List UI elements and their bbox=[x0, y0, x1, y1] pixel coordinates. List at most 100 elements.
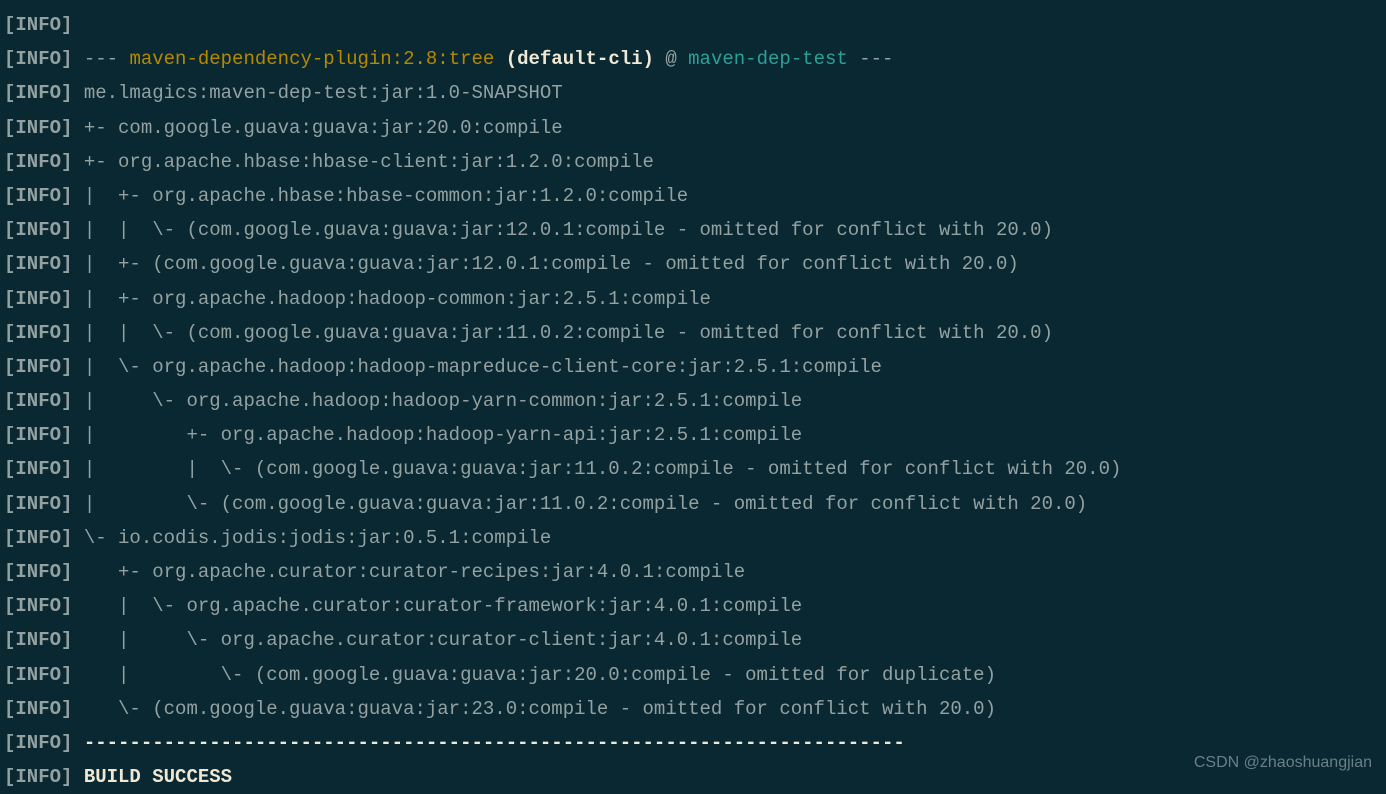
log-level: INFO bbox=[15, 8, 61, 42]
dependency-node: | \- org.apache.hadoop:hadoop-mapreduce-… bbox=[72, 350, 882, 384]
bracket-open: [ bbox=[4, 42, 15, 76]
bracket-open: [ bbox=[4, 76, 15, 110]
log-line: [INFO] | \- org.apache.curator:curator-f… bbox=[4, 589, 1382, 623]
bracket-open: [ bbox=[4, 350, 15, 384]
log-line: [INFO] --- maven-dependency-plugin:2.8:t… bbox=[4, 42, 1382, 76]
bracket-close: ] bbox=[61, 487, 72, 521]
bracket-close: ] bbox=[61, 623, 72, 657]
bracket-close: ] bbox=[61, 213, 72, 247]
plugin-name: maven-dependency-plugin:2.8:tree bbox=[129, 42, 494, 76]
bracket-open: [ bbox=[4, 521, 15, 555]
project-name: maven-dep-test bbox=[688, 42, 848, 76]
dependency-node: +- com.google.guava:guava:jar:20.0:compi… bbox=[72, 111, 562, 145]
bracket-open: [ bbox=[4, 692, 15, 726]
log-line: [INFO] | +- org.apache.hbase:hbase-commo… bbox=[4, 179, 1382, 213]
separator-line: ----------------------------------------… bbox=[72, 726, 904, 760]
dependency-node: | +- org.apache.hadoop:hadoop-yarn-api:j… bbox=[72, 418, 802, 452]
bracket-open: [ bbox=[4, 247, 15, 281]
log-line: [INFO] | | \- (com.google.guava:guava:ja… bbox=[4, 452, 1382, 486]
log-line: [INFO] +- org.apache.curator:curator-rec… bbox=[4, 555, 1382, 589]
log-line: [INFO] \- io.codis.jodis:jodis:jar:0.5.1… bbox=[4, 521, 1382, 555]
log-line: [INFO] | \- (com.google.guava:guava:jar:… bbox=[4, 658, 1382, 692]
bracket-close: ] bbox=[61, 521, 72, 555]
dependency-node: | \- (com.google.guava:guava:jar:20.0:co… bbox=[72, 658, 996, 692]
dependency-node: +- org.apache.hbase:hbase-client:jar:1.2… bbox=[72, 145, 654, 179]
bracket-open: [ bbox=[4, 726, 15, 760]
dependency-node: | | \- (com.google.guava:guava:jar:12.0.… bbox=[72, 213, 1053, 247]
bracket-close: ] bbox=[61, 555, 72, 589]
log-level: INFO bbox=[15, 418, 61, 452]
terminal-output: [INFO] [INFO] --- maven-dependency-plugi… bbox=[4, 8, 1382, 794]
dependency-node: | +- org.apache.hbase:hbase-common:jar:1… bbox=[72, 179, 688, 213]
log-line: [INFO] | +- org.apache.hadoop:hadoop-com… bbox=[4, 282, 1382, 316]
dependency-node: | \- org.apache.hadoop:hadoop-yarn-commo… bbox=[72, 384, 802, 418]
bracket-close: ] bbox=[61, 76, 72, 110]
log-level: INFO bbox=[15, 316, 61, 350]
log-level: INFO bbox=[15, 350, 61, 384]
log-line: [INFO] | | \- (com.google.guava:guava:ja… bbox=[4, 316, 1382, 350]
dependency-root: me.lmagics:maven-dep-test:jar:1.0-SNAPSH… bbox=[72, 76, 562, 110]
bracket-open: [ bbox=[4, 145, 15, 179]
bracket-close: ] bbox=[61, 145, 72, 179]
bracket-close: ] bbox=[61, 247, 72, 281]
bracket-open: [ bbox=[4, 658, 15, 692]
log-level: INFO bbox=[15, 42, 61, 76]
log-line: [INFO] +- org.apache.hbase:hbase-client:… bbox=[4, 145, 1382, 179]
log-line: [INFO] bbox=[4, 8, 1382, 42]
dependency-node: | +- (com.google.guava:guava:jar:12.0.1:… bbox=[72, 247, 1018, 281]
dependency-node: \- io.codis.jodis:jodis:jar:0.5.1:compil… bbox=[72, 521, 551, 555]
bracket-close: ] bbox=[61, 726, 72, 760]
log-level: INFO bbox=[15, 384, 61, 418]
log-line: [INFO] me.lmagics:maven-dep-test:jar:1.0… bbox=[4, 76, 1382, 110]
bracket-open: [ bbox=[4, 760, 15, 794]
bracket-open: [ bbox=[4, 452, 15, 486]
log-line: [INFO] ---------------------------------… bbox=[4, 726, 1382, 760]
log-level: INFO bbox=[15, 760, 61, 794]
log-line: [INFO] | \- org.apache.hadoop:hadoop-yar… bbox=[4, 384, 1382, 418]
bracket-open: [ bbox=[4, 623, 15, 657]
log-level: INFO bbox=[15, 487, 61, 521]
log-level: INFO bbox=[15, 179, 61, 213]
bracket-open: [ bbox=[4, 555, 15, 589]
dependency-node: | \- org.apache.curator:curator-framewor… bbox=[72, 589, 802, 623]
bracket-open: [ bbox=[4, 213, 15, 247]
log-line: [INFO] | \- org.apache.hadoop:hadoop-map… bbox=[4, 350, 1382, 384]
dependency-node: | \- org.apache.curator:curator-client:j… bbox=[72, 623, 802, 657]
bracket-close: ] bbox=[61, 589, 72, 623]
bracket-open: [ bbox=[4, 282, 15, 316]
log-level: INFO bbox=[15, 213, 61, 247]
bracket-close: ] bbox=[61, 384, 72, 418]
bracket-open: [ bbox=[4, 8, 15, 42]
dependency-node: | | \- (com.google.guava:guava:jar:11.0.… bbox=[72, 316, 1053, 350]
dashes-post: --- bbox=[848, 42, 894, 76]
bracket-close: ] bbox=[61, 111, 72, 145]
log-level: INFO bbox=[15, 658, 61, 692]
log-level: INFO bbox=[15, 726, 61, 760]
bracket-close: ] bbox=[61, 658, 72, 692]
bracket-close: ] bbox=[61, 760, 72, 794]
dependency-node: \- (com.google.guava:guava:jar:23.0:comp… bbox=[72, 692, 996, 726]
bracket-open: [ bbox=[4, 316, 15, 350]
bracket-close: ] bbox=[61, 282, 72, 316]
log-line: [INFO] BUILD SUCCESS bbox=[4, 760, 1382, 794]
log-line: [INFO] | +- (com.google.guava:guava:jar:… bbox=[4, 247, 1382, 281]
log-level: INFO bbox=[15, 247, 61, 281]
bracket-close: ] bbox=[61, 418, 72, 452]
log-level: INFO bbox=[15, 111, 61, 145]
log-level: INFO bbox=[15, 452, 61, 486]
bracket-open: [ bbox=[4, 589, 15, 623]
bracket-open: [ bbox=[4, 384, 15, 418]
bracket-open: [ bbox=[4, 487, 15, 521]
log-line: [INFO] \- (com.google.guava:guava:jar:23… bbox=[4, 692, 1382, 726]
log-line: [INFO] | | \- (com.google.guava:guava:ja… bbox=[4, 213, 1382, 247]
watermark: CSDN @zhaoshuangjian bbox=[1194, 749, 1372, 778]
log-level: INFO bbox=[15, 521, 61, 555]
log-line: [INFO] | \- (com.google.guava:guava:jar:… bbox=[4, 487, 1382, 521]
build-success: BUILD SUCCESS bbox=[72, 760, 232, 794]
dependency-node: | | \- (com.google.guava:guava:jar:11.0.… bbox=[72, 452, 1121, 486]
bracket-close: ] bbox=[61, 316, 72, 350]
bracket-open: [ bbox=[4, 179, 15, 213]
bracket-open: [ bbox=[4, 418, 15, 452]
log-line: [INFO] | \- org.apache.curator:curator-c… bbox=[4, 623, 1382, 657]
log-level: INFO bbox=[15, 555, 61, 589]
